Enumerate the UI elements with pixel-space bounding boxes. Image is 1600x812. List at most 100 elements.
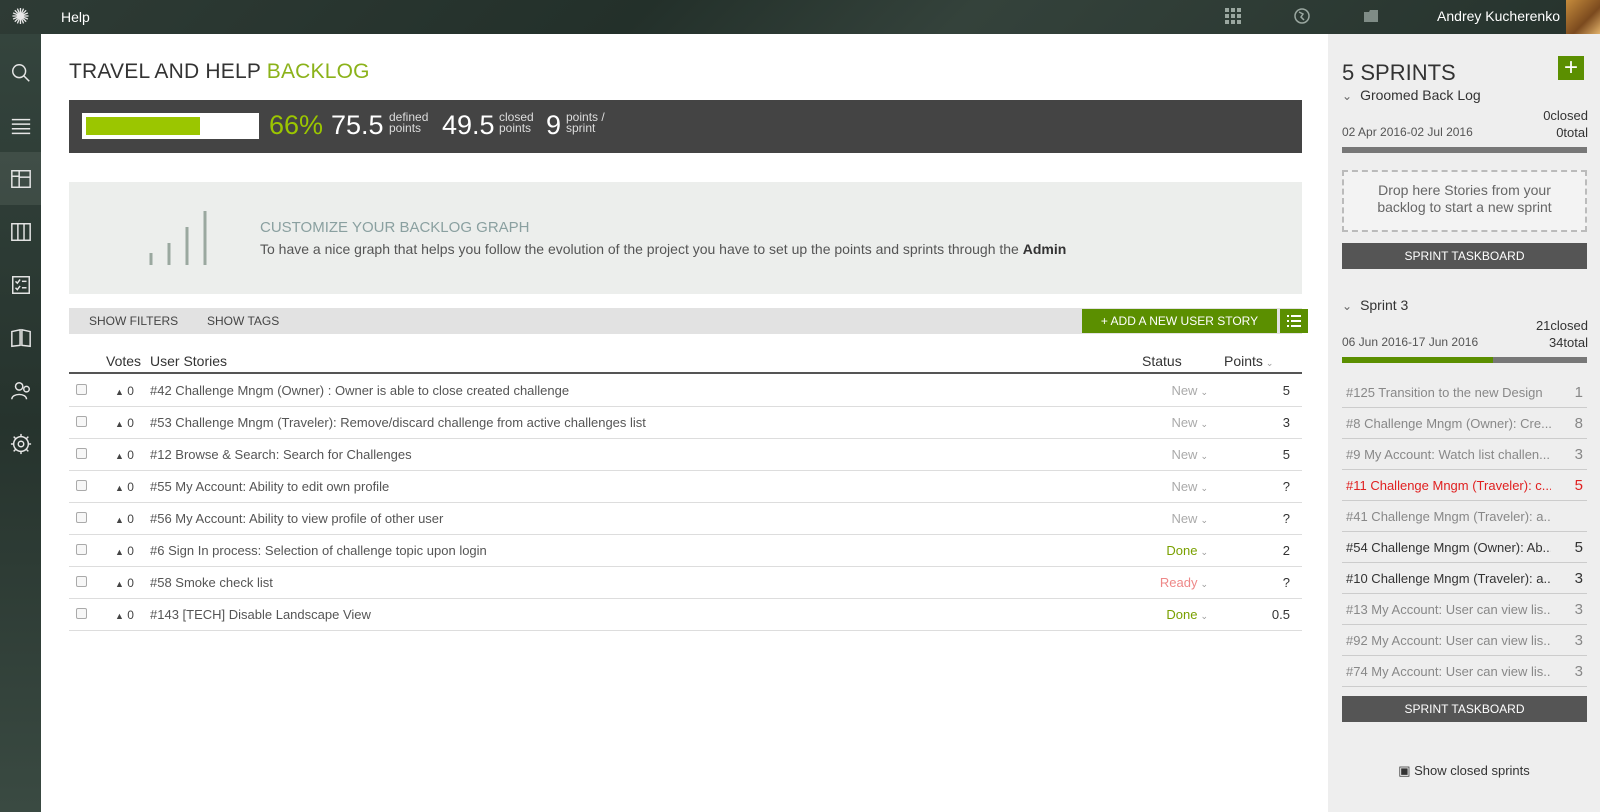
table-row[interactable]: ▲ 0 #55 My Account: Ability to edit own p… — [69, 471, 1302, 503]
table-row[interactable]: ▲ 0 #6 Sign In process: Selection of chal… — [69, 535, 1302, 567]
groomed-taskboard-button[interactable]: SPRINT TASKBOARD — [1342, 243, 1587, 269]
globe-icon[interactable] — [1294, 8, 1310, 29]
chevron-down-icon: ⌄ — [1342, 299, 1353, 313]
status-dropdown[interactable]: New ⌄ — [1171, 383, 1208, 398]
sprint-story-item[interactable]: #8 Challenge Mngm (Owner): Cre... 8 — [1342, 408, 1587, 439]
status-dropdown[interactable]: New ⌄ — [1171, 511, 1208, 526]
taiga-logo-icon[interactable]: ✺ — [0, 0, 41, 34]
story-points[interactable]: 5 — [1283, 447, 1290, 462]
add-sprint-button[interactable]: + — [1558, 56, 1584, 80]
avatar[interactable] — [1566, 0, 1600, 34]
story-points[interactable]: 2 — [1283, 543, 1290, 558]
story-title[interactable]: #56 My Account: Ability to view profile … — [150, 511, 443, 526]
issues-icon[interactable] — [0, 258, 41, 311]
upvote-icon[interactable]: ▲ — [115, 483, 124, 493]
vote-control[interactable]: ▲ 0 — [115, 416, 134, 430]
upvote-icon[interactable]: ▲ — [115, 515, 124, 525]
help-link[interactable]: Help — [61, 9, 90, 25]
vote-control[interactable]: ▲ 0 — [115, 512, 134, 526]
sprint3-taskboard-button[interactable]: SPRINT TASKBOARD — [1342, 696, 1587, 722]
search-icon[interactable] — [0, 46, 41, 99]
user-name[interactable]: Andrey Kucherenko — [1437, 8, 1560, 24]
table-row[interactable]: ▲ 0 #143 [TECH] Disable Landscape View Don… — [69, 599, 1302, 631]
upvote-icon[interactable]: ▲ — [115, 611, 124, 621]
apps-grid-icon[interactable] — [1225, 8, 1241, 29]
sprint-story-item[interactable]: #92 My Account: User can view lis... 3 — [1342, 625, 1587, 656]
sprint-story-item[interactable]: #41 Challenge Mngm (Traveler): a... — [1342, 501, 1587, 532]
sprint-dropzone[interactable]: Drop here Stories from your backlog to s… — [1342, 170, 1587, 232]
menu-icon[interactable] — [0, 99, 41, 152]
story-title[interactable]: #12 Browse & Search: Search for Challeng… — [150, 447, 412, 462]
status-dropdown[interactable]: New ⌄ — [1171, 479, 1208, 494]
vote-control[interactable]: ▲ 0 — [115, 576, 134, 590]
vote-control[interactable]: ▲ 0 — [115, 480, 134, 494]
table-row[interactable]: ▲ 0 #53 Challenge Mngm (Traveler): Remove… — [69, 407, 1302, 439]
user-stories-header[interactable]: User Stories — [150, 353, 227, 369]
sprint-story-item[interactable]: #125 Transition to the new Design 1 — [1342, 377, 1587, 408]
story-points[interactable]: 5 — [1283, 383, 1290, 398]
vote-control[interactable]: ▲ 0 — [115, 448, 134, 462]
points-header[interactable]: Points ⌄ — [1224, 353, 1273, 369]
story-title[interactable]: #6 Sign In process: Selection of challen… — [150, 543, 487, 558]
sprint-story-item[interactable]: #13 My Account: User can view lis... 3 — [1342, 594, 1587, 625]
story-points[interactable]: 3 — [1283, 415, 1290, 430]
upvote-icon[interactable]: ▲ — [115, 451, 124, 461]
upvote-icon[interactable]: ▲ — [115, 387, 124, 397]
table-row[interactable]: ▲ 0 #58 Smoke check list Ready ⌄? — [69, 567, 1302, 599]
row-checkbox[interactable] — [76, 544, 87, 555]
table-row[interactable]: ▲ 0 #12 Browse & Search: Search for Chall… — [69, 439, 1302, 471]
sprint-story-item[interactable]: #54 Challenge Mngm (Owner): Ab... 5 — [1342, 532, 1587, 563]
upvote-icon[interactable]: ▲ — [115, 579, 124, 589]
story-points[interactable]: ? — [1283, 511, 1290, 526]
row-checkbox[interactable] — [76, 608, 87, 619]
show-filters-button[interactable]: SHOW FILTERS — [89, 314, 178, 328]
vote-control[interactable]: ▲ 0 — [115, 384, 134, 398]
show-closed-sprints-link[interactable]: ▣ Show closed sprints — [1328, 763, 1600, 779]
backlog-icon[interactable] — [0, 152, 41, 205]
vote-control[interactable]: ▲ 0 — [115, 544, 134, 558]
settings-icon[interactable] — [0, 417, 41, 470]
status-dropdown[interactable]: New ⌄ — [1171, 415, 1208, 430]
table-row[interactable]: ▲ 0 #42 Challenge Mngm (Owner) : Owner is… — [69, 375, 1302, 407]
upvote-icon[interactable]: ▲ — [115, 419, 124, 429]
story-title[interactable]: #55 My Account: Ability to edit own prof… — [150, 479, 389, 494]
upvote-icon[interactable]: ▲ — [115, 547, 124, 557]
sprint-story-item[interactable]: #74 My Account: User can view lis... 3 — [1342, 656, 1587, 687]
status-dropdown[interactable]: Ready ⌄ — [1160, 575, 1208, 590]
row-checkbox[interactable] — [76, 576, 87, 587]
vote-count: 0 — [127, 416, 134, 430]
kanban-icon[interactable] — [0, 205, 41, 258]
sprint-story-item[interactable]: #9 My Account: Watch list challen... 3 — [1342, 439, 1587, 470]
table-row[interactable]: ▲ 0 #56 My Account: Ability to view profi… — [69, 503, 1302, 535]
row-checkbox[interactable] — [76, 416, 87, 427]
status-header[interactable]: Status — [1142, 353, 1182, 369]
story-title[interactable]: #53 Challenge Mngm (Traveler): Remove/di… — [150, 415, 646, 430]
sprint-story-item[interactable]: #11 Challenge Mngm (Traveler): c... 5 — [1342, 470, 1587, 501]
story-points[interactable]: ? — [1283, 575, 1290, 590]
votes-header[interactable]: Votes — [106, 353, 141, 369]
row-checkbox[interactable] — [76, 512, 87, 523]
row-checkbox[interactable] — [76, 384, 87, 395]
status-dropdown[interactable]: Done ⌄ — [1166, 543, 1208, 558]
vote-control[interactable]: ▲ 0 — [115, 608, 134, 622]
row-checkbox[interactable] — [76, 448, 87, 459]
bulk-add-list-icon[interactable] — [1280, 309, 1308, 333]
add-user-story-button[interactable]: + ADD A NEW USER STORY — [1082, 309, 1277, 333]
sprint-story-item[interactable]: #10 Challenge Mngm (Traveler): a... 3 — [1342, 563, 1587, 594]
story-title[interactable]: #42 Challenge Mngm (Owner) : Owner is ab… — [150, 383, 569, 398]
sprint3-name[interactable]: ⌄ Sprint 3 — [1342, 297, 1408, 313]
story-points[interactable]: 0.5 — [1272, 607, 1290, 622]
story-title[interactable]: #58 Smoke check list — [150, 575, 273, 590]
wiki-icon[interactable] — [0, 311, 41, 364]
row-checkbox[interactable] — [76, 480, 87, 491]
status-dropdown[interactable]: New ⌄ — [1171, 447, 1208, 462]
team-icon[interactable] — [0, 364, 41, 417]
folder-icon[interactable] — [1363, 8, 1379, 29]
story-points[interactable]: ? — [1283, 479, 1290, 494]
groomed-sprint-name[interactable]: ⌄ Groomed Back Log — [1342, 87, 1481, 103]
admin-link[interactable]: Admin — [1023, 241, 1067, 257]
show-tags-button[interactable]: SHOW TAGS — [207, 314, 279, 328]
sprint3-progress-bar — [1342, 357, 1587, 363]
story-title[interactable]: #143 [TECH] Disable Landscape View — [150, 607, 371, 622]
status-dropdown[interactable]: Done ⌄ — [1166, 607, 1208, 622]
